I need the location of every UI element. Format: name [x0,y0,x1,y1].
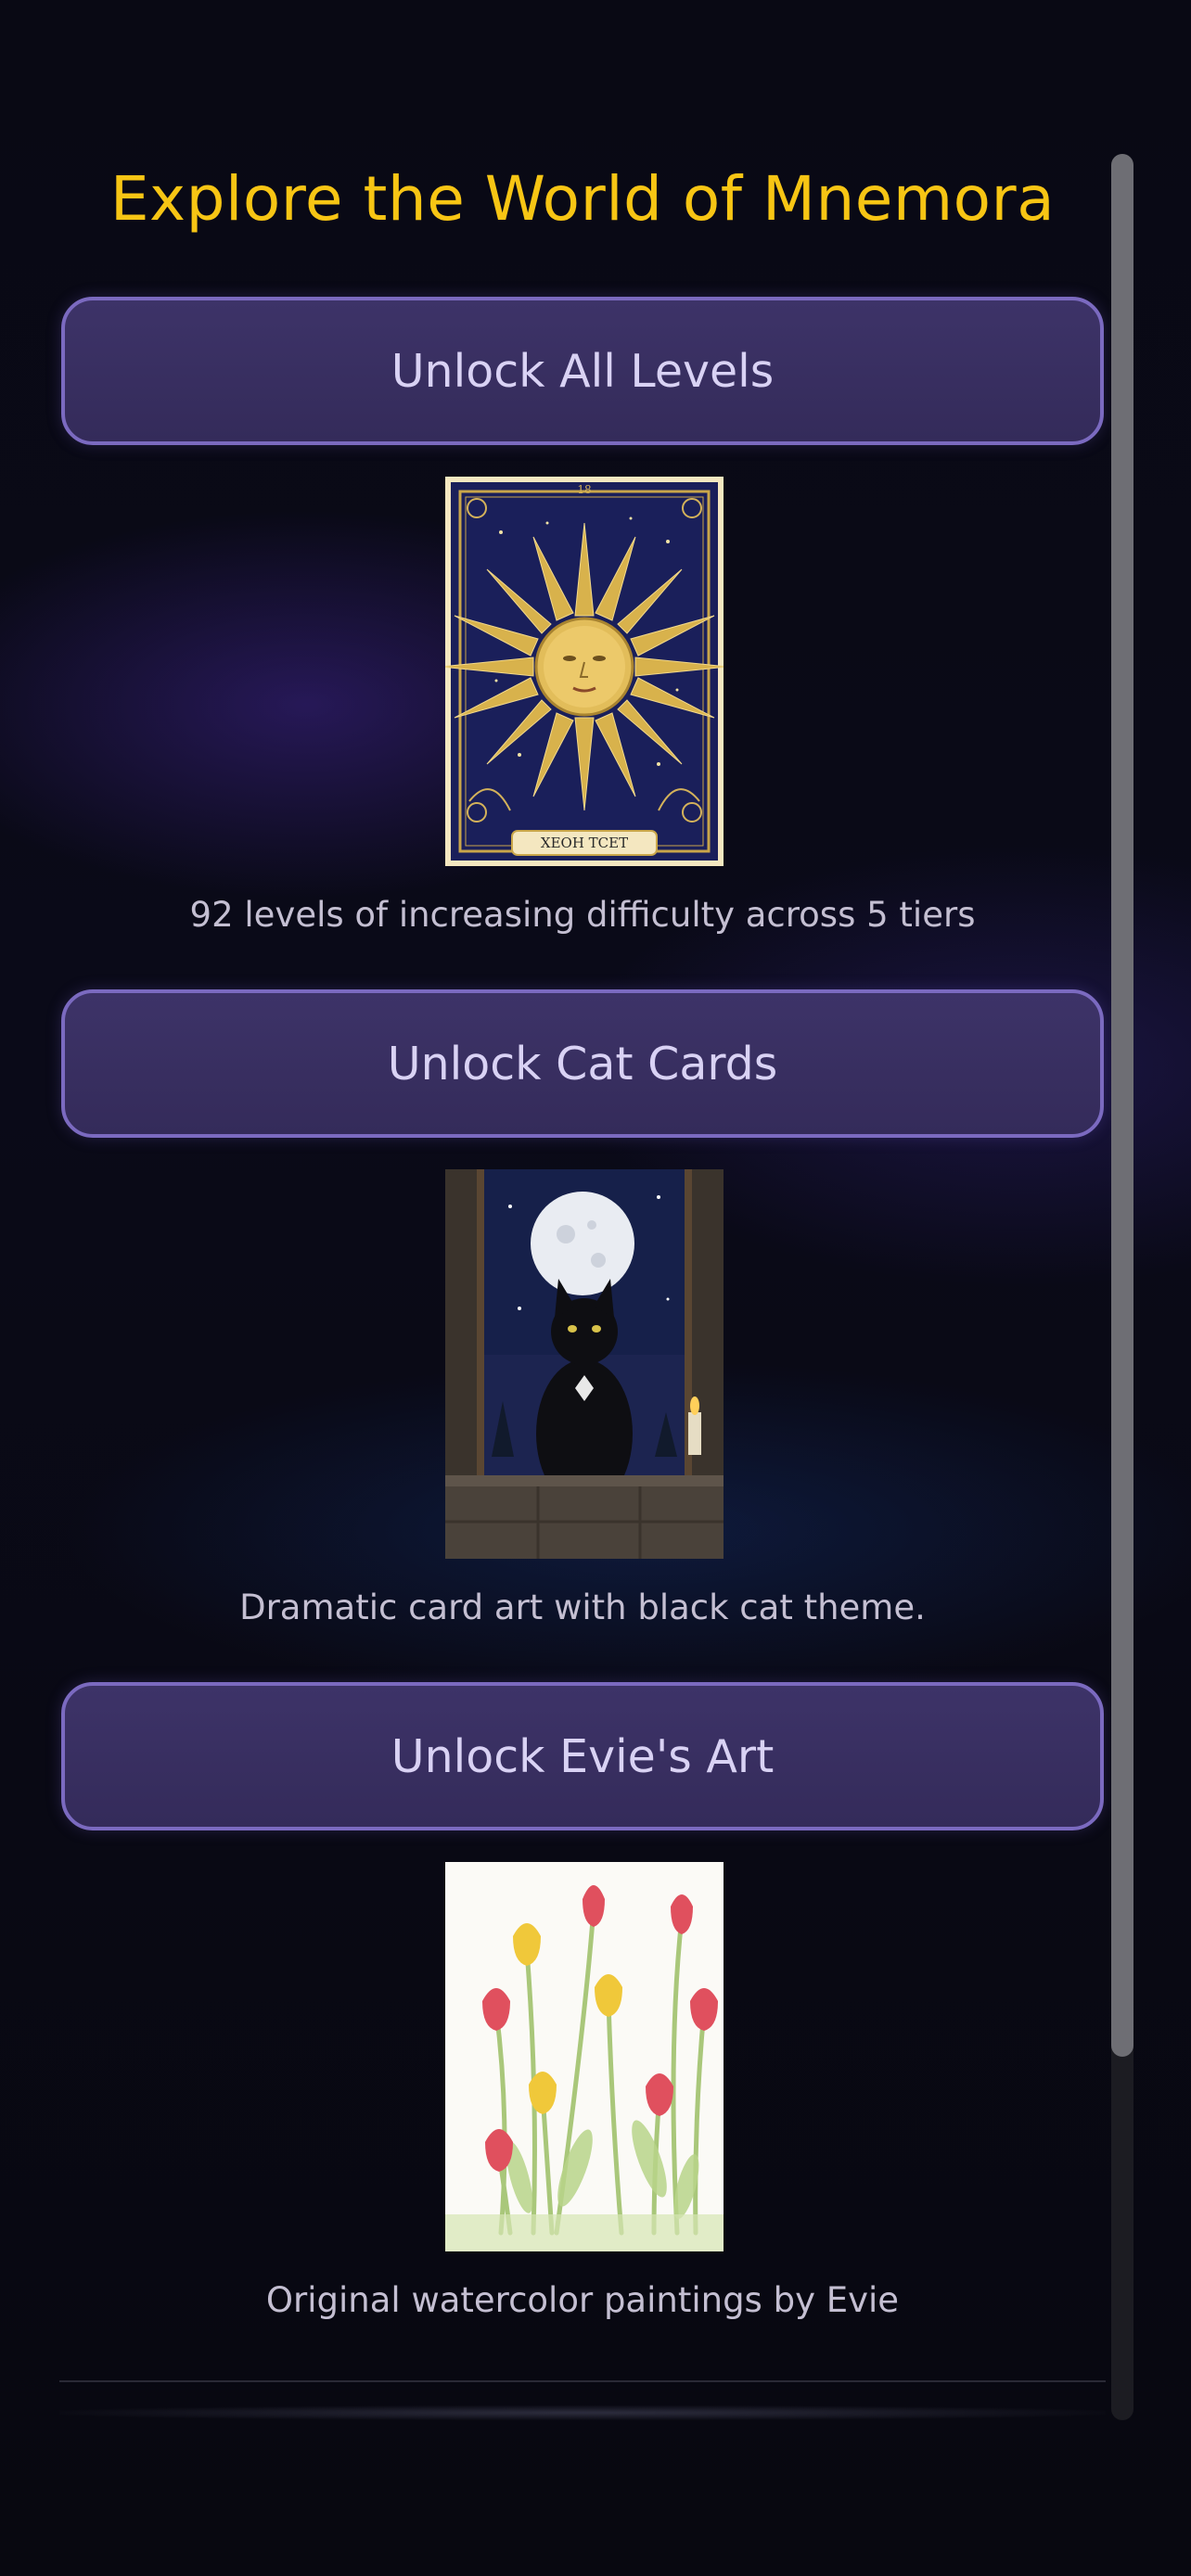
page-title: Explore the World of Mnemora [109,163,1056,235]
black-cat-card-image [445,1169,724,1559]
scrollbar-thumb[interactable] [1111,154,1133,2057]
cat-cards-description: Dramatic card art with black cat theme. [239,1588,926,1627]
unlock-cat-cards-label: Unlock Cat Cards [387,1037,778,1090]
svg-text:18: 18 [577,483,591,496]
unlock-all-levels-label: Unlock All Levels [391,344,775,398]
unlock-panel[interactable]: Explore the World of Mnemora Unlock All … [0,0,1191,2576]
unlock-evies-art-button[interactable]: Unlock Evie's Art [61,1682,1104,1830]
unlock-evies-art-label: Unlock Evie's Art [391,1729,775,1783]
unlock-all-levels-button[interactable]: Unlock All Levels [61,297,1104,445]
sun-tarot-card-image: 18 XEOH TCET [445,477,724,866]
unlock-cat-cards-button[interactable]: Unlock Cat Cards [61,989,1104,1138]
bottom-fade [59,2405,1106,2420]
all-levels-description: 92 levels of increasing difficulty acros… [189,895,976,935]
watercolor-tulips-image [445,1862,724,2251]
svg-text:XEOH TCET: XEOH TCET [541,835,628,851]
evies-art-description: Original watercolor paintings by Evie [265,2280,900,2320]
bottom-divider [59,2380,1106,2382]
